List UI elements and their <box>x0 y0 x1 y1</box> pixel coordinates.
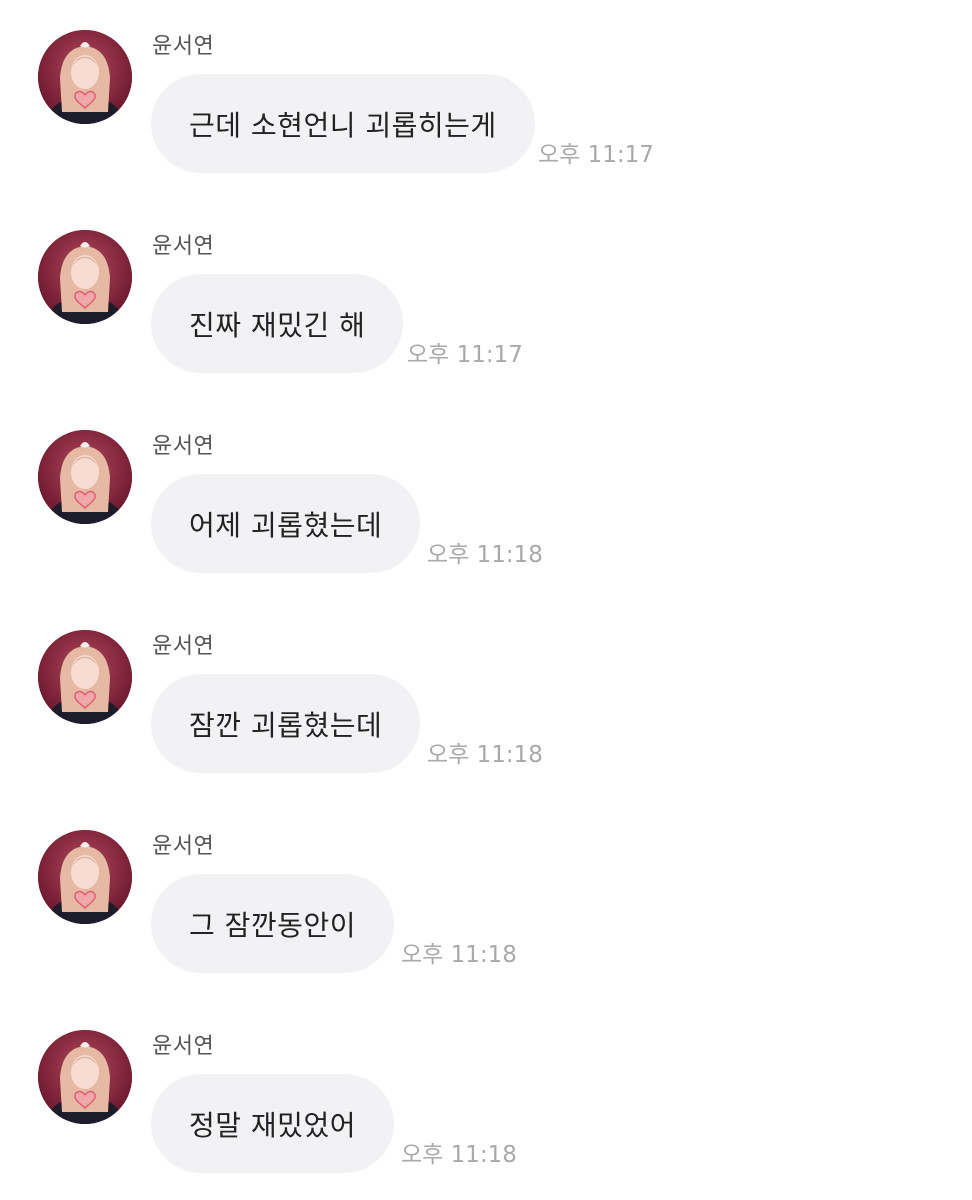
message-row: 윤서연 어제 괴롭혔는데 오후 11:18 <box>0 430 972 590</box>
message-bubble[interactable]: 그 잠깐동안이 <box>151 874 394 973</box>
sender-name: 윤서연 <box>152 1034 215 1059</box>
avatar[interactable] <box>38 30 132 124</box>
sender-name: 윤서연 <box>152 834 215 859</box>
sender-name: 윤서연 <box>152 434 215 459</box>
profile-photo-icon <box>38 830 132 924</box>
message-bubble[interactable]: 진짜 재밌긴 해 <box>151 274 404 373</box>
avatar[interactable] <box>38 830 132 924</box>
message-timestamp: 오후 11:17 <box>407 342 523 368</box>
message-bubble[interactable]: 잠깐 괴롭혔는데 <box>151 674 421 773</box>
sender-name: 윤서연 <box>152 634 215 659</box>
profile-photo-icon <box>38 30 132 124</box>
message-row: 윤서연 잠깐 괴롭혔는데 오후 11:18 <box>0 630 972 790</box>
message-timestamp: 오후 11:18 <box>401 1142 517 1168</box>
profile-photo-icon <box>38 630 132 724</box>
message-timestamp: 오후 11:18 <box>427 542 543 568</box>
avatar[interactable] <box>38 1030 132 1124</box>
avatar[interactable] <box>38 230 132 324</box>
profile-photo-icon <box>38 1030 132 1124</box>
avatar[interactable] <box>38 430 132 524</box>
message-row: 윤서연 근데 소현언니 괴롭히는게 오후 11:17 <box>0 30 972 190</box>
chat-message-list: 윤서연 근데 소현언니 괴롭히는게 오후 11:17 윤서연 진짜 재밌긴 해 … <box>0 0 972 1200</box>
message-timestamp: 오후 11:18 <box>427 742 543 768</box>
profile-photo-icon <box>38 430 132 524</box>
sender-name: 윤서연 <box>152 34 215 59</box>
message-bubble[interactable]: 근데 소현언니 괴롭히는게 <box>151 74 535 173</box>
message-row: 윤서연 정말 재밌었어 오후 11:18 <box>0 1030 972 1190</box>
avatar[interactable] <box>38 630 132 724</box>
message-bubble[interactable]: 정말 재밌었어 <box>151 1074 394 1173</box>
sender-name: 윤서연 <box>152 234 215 259</box>
message-timestamp: 오후 11:18 <box>401 942 517 968</box>
profile-photo-icon <box>38 230 132 324</box>
message-bubble[interactable]: 어제 괴롭혔는데 <box>151 474 421 573</box>
message-row: 윤서연 진짜 재밌긴 해 오후 11:17 <box>0 230 972 390</box>
message-timestamp: 오후 11:17 <box>538 142 654 168</box>
message-row: 윤서연 그 잠깐동안이 오후 11:18 <box>0 830 972 990</box>
